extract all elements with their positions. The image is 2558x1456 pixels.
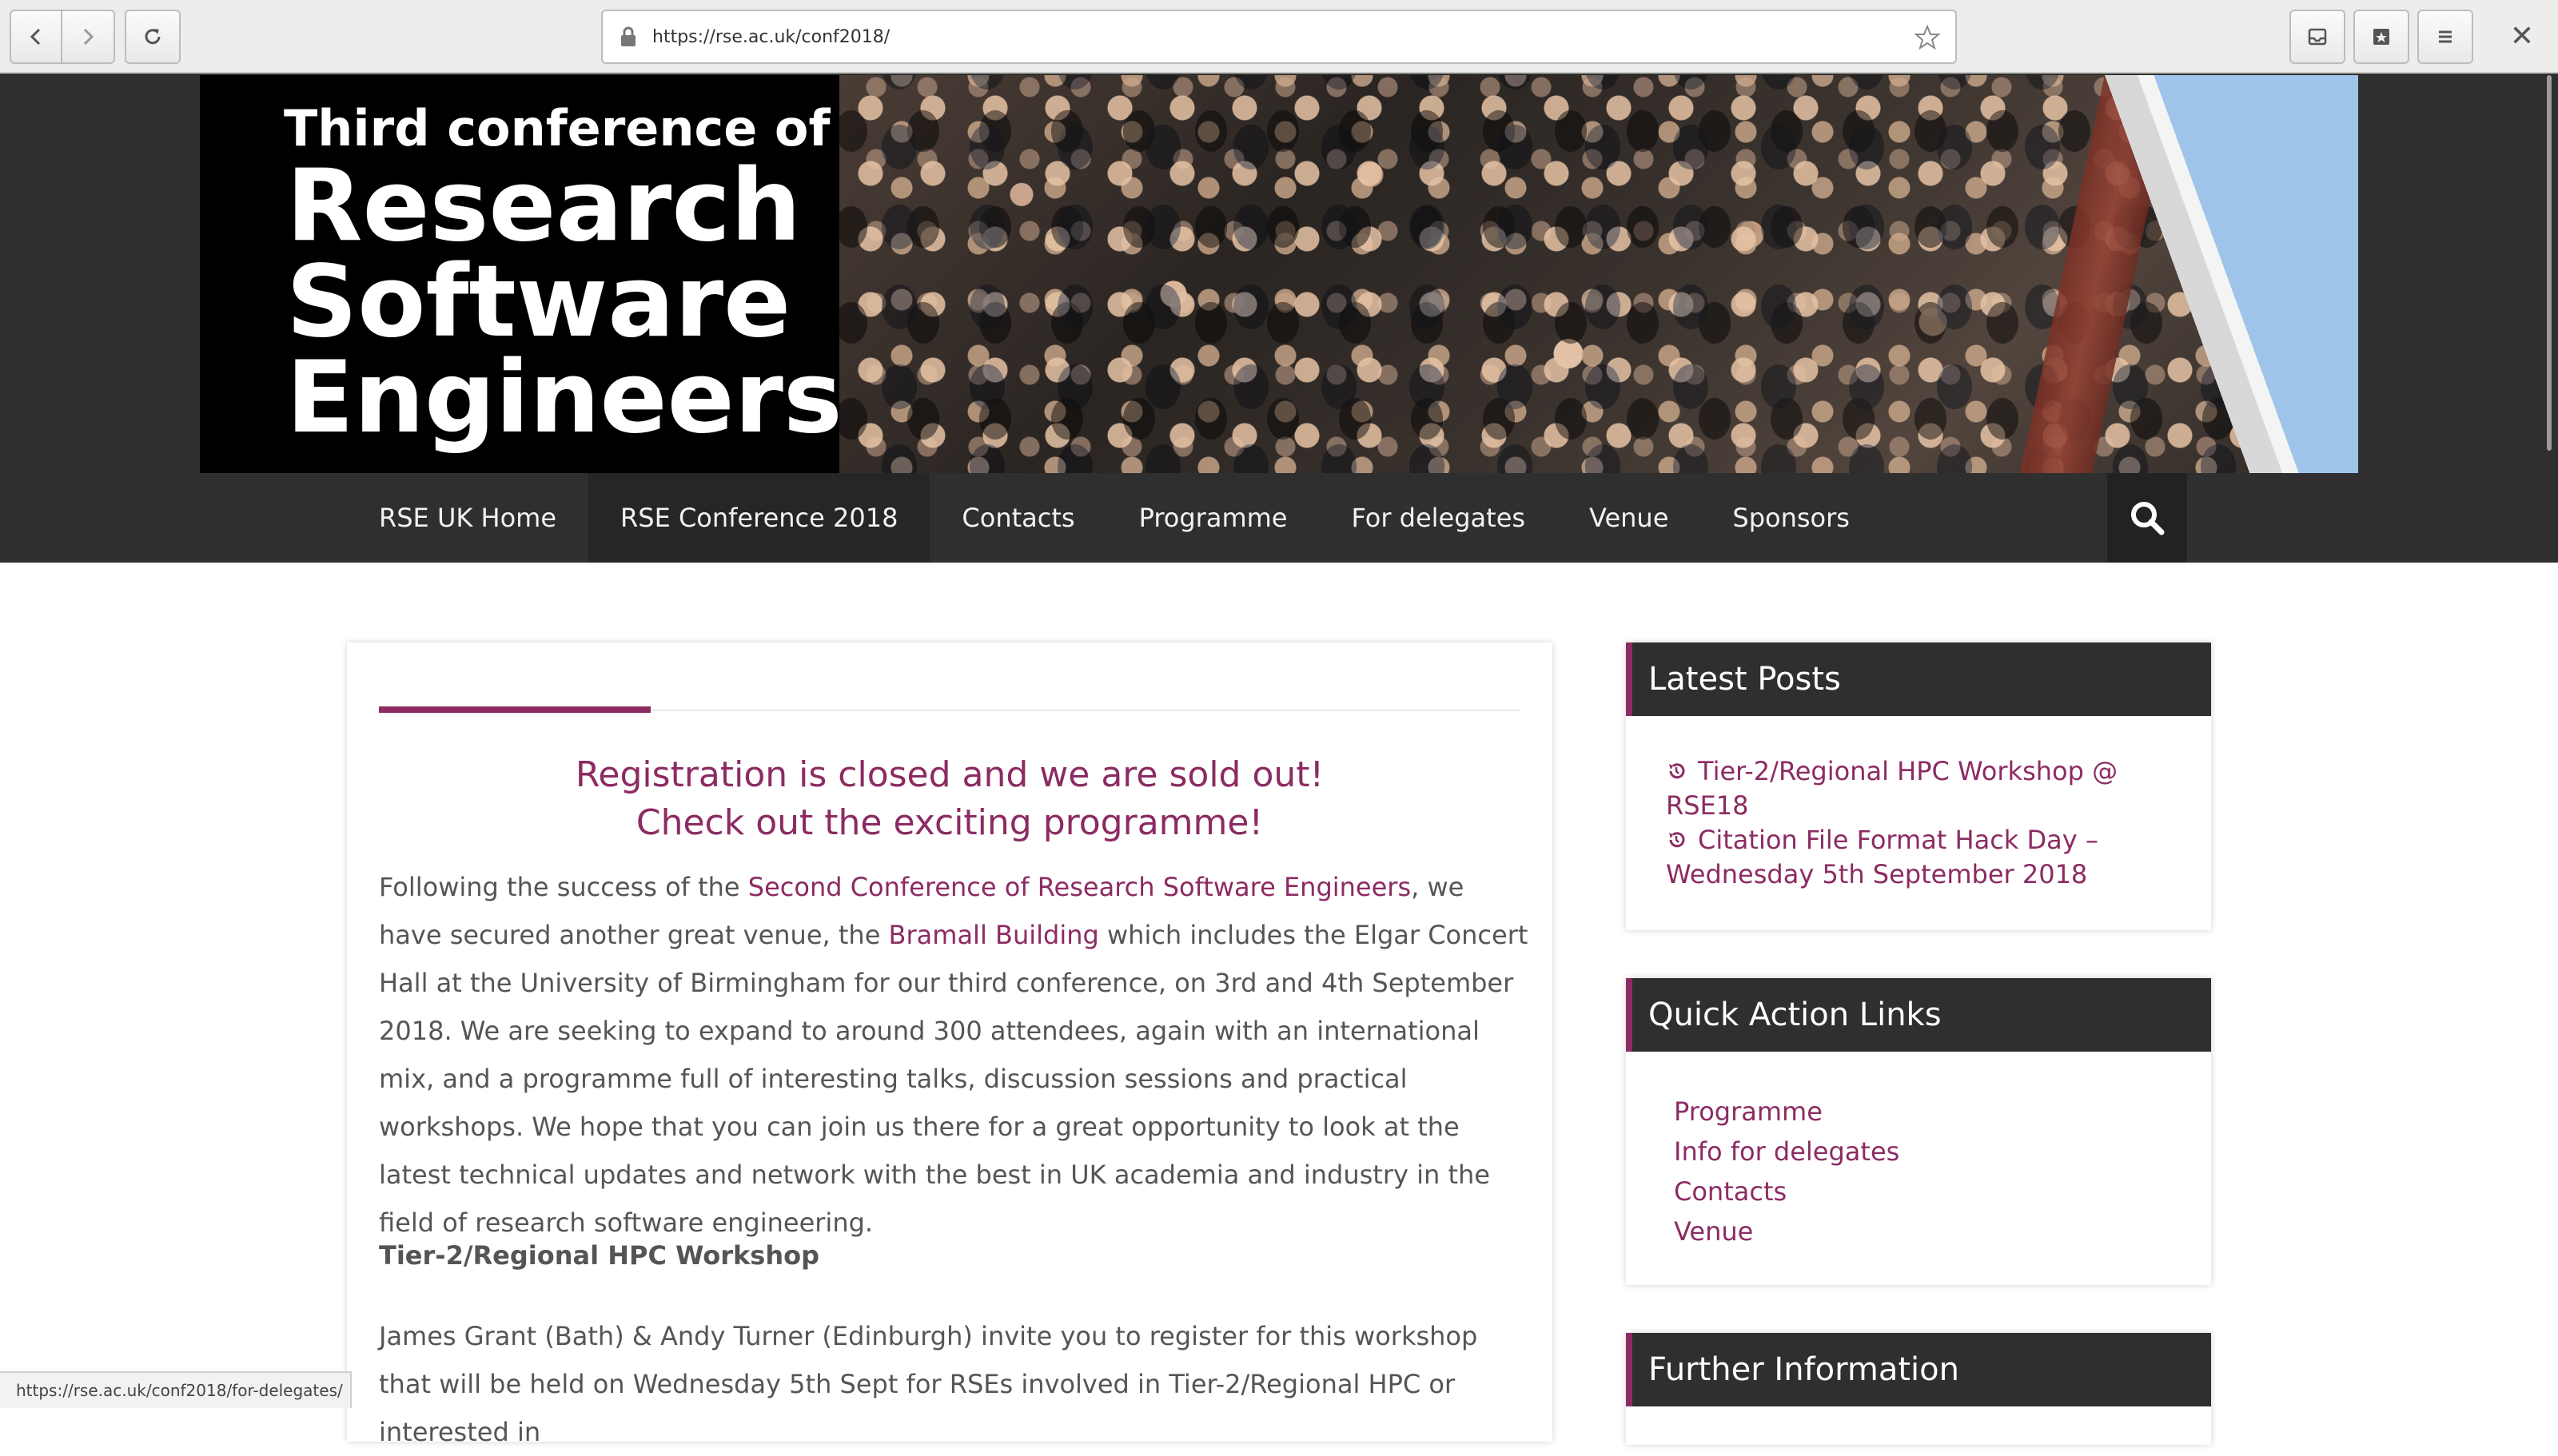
- intro-text-3: which includes the Elgar Concert Hall at…: [379, 920, 1528, 1238]
- post-link[interactable]: Tier-2/Regional HPC Workshop @ RSE18: [1666, 754, 2177, 823]
- reload-button[interactable]: [125, 10, 181, 64]
- star-icon[interactable]: [1914, 24, 1941, 51]
- logo-line-4: Engineers: [286, 340, 843, 455]
- quick-link-programme[interactable]: Programme: [1674, 1092, 1899, 1132]
- browser-toolbar: https://rse.ac.uk/conf2018/ ✕: [0, 0, 2558, 74]
- section-heading: Tier-2/Regional HPC Workshop: [379, 1240, 819, 1271]
- history-icon: [1669, 763, 1685, 779]
- nav-for-delegates[interactable]: For delegates: [1319, 473, 1557, 563]
- bookmark-star-icon: [2373, 29, 2389, 45]
- quick-link-venue[interactable]: Venue: [1674, 1211, 1899, 1251]
- widget-title: Latest Posts: [1626, 642, 2211, 716]
- inbox-icon: [2308, 28, 2327, 46]
- nav-contacts[interactable]: Contacts: [930, 473, 1106, 563]
- arrow-left-icon: [30, 28, 41, 46]
- intro-paragraph: Following the success of the Second Conf…: [379, 863, 1530, 1247]
- posts-list: Tier-2/Regional HPC Workshop @ RSE18 Cit…: [1666, 754, 2177, 892]
- widget-title: Further Information: [1626, 1333, 2211, 1406]
- workshop-paragraph: James Grant (Bath) & Andy Turner (Edinbu…: [379, 1321, 1478, 1447]
- link-status-bar: https://rse.ac.uk/conf2018/for-delegates…: [0, 1371, 352, 1408]
- nav-sponsors[interactable]: Sponsors: [1700, 473, 1882, 563]
- arrow-right-icon: [83, 28, 94, 46]
- post-title: Citation File Format Hack Day – Wednesda…: [1666, 825, 2098, 889]
- nav-rse-conference-2018[interactable]: RSE Conference 2018: [588, 473, 930, 563]
- nav-venue[interactable]: Venue: [1557, 473, 1700, 563]
- site-logo[interactable]: Third conference of Research Software En…: [200, 75, 843, 473]
- title-accent-bar: [379, 706, 651, 713]
- skylight-window: [2094, 75, 2358, 473]
- quick-link-info-for-delegates[interactable]: Info for delegates: [1674, 1132, 1899, 1172]
- logo-line-3: Software: [286, 245, 791, 360]
- quick-link-contacts[interactable]: Contacts: [1674, 1172, 1899, 1211]
- headline-line-2: Check out the exciting programme!: [636, 802, 1264, 843]
- quick-action-links-widget: Quick Action Links Programme Info for de…: [1626, 978, 2211, 1285]
- search-icon: [2131, 502, 2165, 535]
- header-crowd-photo: [839, 75, 2358, 473]
- menu-button[interactable]: [2417, 10, 2473, 64]
- registration-headline: Registration is closed and we are sold o…: [379, 751, 1520, 847]
- headline-line-1: Registration is closed and we are sold o…: [575, 754, 1325, 795]
- lock-icon: [621, 26, 636, 46]
- post-title: Tier-2/Regional HPC Workshop @ RSE18: [1666, 756, 2118, 821]
- nav-rse-uk-home[interactable]: RSE UK Home: [347, 473, 588, 563]
- second-conference-link[interactable]: Second Conference of Research Software E…: [748, 872, 1411, 902]
- address-bar[interactable]: https://rse.ac.uk/conf2018/: [601, 10, 1957, 64]
- main-article: Registration is closed and we are sold o…: [347, 642, 1552, 1447]
- forward-button[interactable]: [61, 10, 115, 64]
- reload-icon: [145, 29, 161, 45]
- quick-links-list: Programme Info for delegates Contacts Ve…: [1674, 1092, 1899, 1251]
- history-icon: [1669, 832, 1685, 848]
- logo-line-2: Research: [286, 149, 802, 264]
- main-navigation: RSE UK Home RSE Conference 2018 Contacts…: [0, 473, 2558, 563]
- widget-title: Quick Action Links: [1626, 978, 2211, 1052]
- close-window-button[interactable]: ✕: [2502, 16, 2542, 56]
- further-information-widget: Further Information: [1626, 1333, 2211, 1445]
- bramall-building-link[interactable]: Bramall Building: [889, 920, 1099, 950]
- intro-text-1: Following the success of the: [379, 872, 748, 902]
- close-icon: ✕: [2509, 19, 2535, 53]
- search-button[interactable]: [2107, 473, 2187, 563]
- url-text: https://rse.ac.uk/conf2018/: [652, 26, 891, 47]
- downloads-button[interactable]: [2289, 10, 2345, 64]
- back-button[interactable]: [10, 10, 62, 64]
- page-scrollbar[interactable]: [2547, 75, 2552, 451]
- latest-posts-widget: Latest Posts Tier-2/Regional HPC Worksho…: [1626, 642, 2211, 930]
- post-link[interactable]: Citation File Format Hack Day – Wednesda…: [1666, 823, 2177, 892]
- hamburger-icon: [2439, 30, 2452, 43]
- nav-programme[interactable]: Programme: [1107, 473, 1320, 563]
- bookmarks-button[interactable]: [2353, 10, 2409, 64]
